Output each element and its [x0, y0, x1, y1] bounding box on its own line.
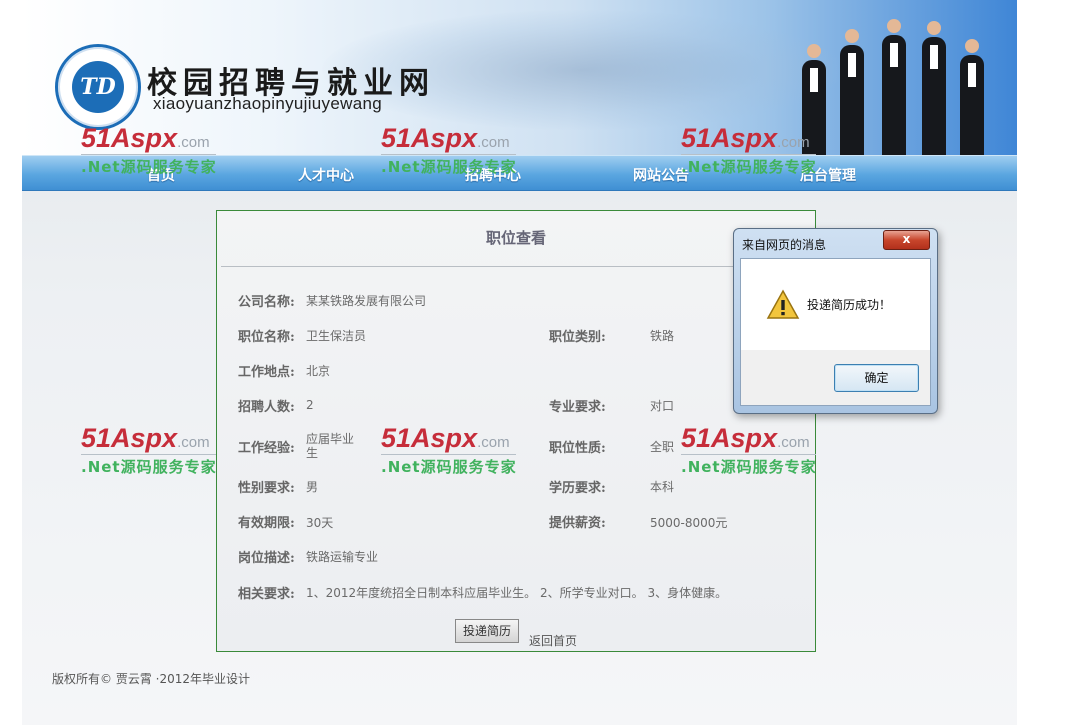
nav-item-admin[interactable]: 后台管理	[800, 165, 856, 185]
company-value: 某某铁路发展有限公司	[306, 294, 427, 308]
nav-item-recruitment-center[interactable]: 招聘中心	[465, 165, 521, 185]
nature-label: 职位性质:	[549, 441, 606, 456]
watermark-domain: .com	[177, 434, 210, 451]
nav-item-talent-center[interactable]: 人才中心	[298, 165, 354, 185]
header-banner: TD 校园招聘与就业网 xiaoyuanzhaopinyujiuyewang	[22, 0, 1017, 155]
position-label: 职位名称:	[238, 330, 295, 345]
footer-copyright: 版权所有© 贾云霄 ·2012年毕业设计	[52, 672, 250, 686]
headcount-label: 招聘人数:	[238, 400, 295, 415]
position-value: 卫生保洁员	[306, 329, 367, 343]
dialog-message: 投递简历成功！	[807, 298, 892, 312]
major-label: 专业要求:	[549, 400, 606, 415]
job-detail-panel: 职位查看 公司名称: 某某铁路发展有限公司 职位名称: 卫生保洁员 职位类别: …	[216, 210, 816, 652]
requirements-label: 相关要求:	[238, 587, 295, 602]
education-value: 本科	[650, 480, 675, 494]
category-value: 铁路	[650, 329, 675, 343]
company-label: 公司名称:	[238, 295, 295, 310]
location-label: 工作地点:	[238, 365, 295, 380]
divider	[221, 266, 811, 267]
requirements-value: 1、2012年度统招全日制本科应届毕业生。 2、所学专业对口。 3、身体健康。	[306, 586, 728, 600]
university-logo: TD	[55, 44, 141, 130]
close-icon[interactable]: x	[883, 230, 930, 250]
watermark-brand: 51Aspx	[81, 423, 178, 453]
gender-value: 男	[306, 480, 319, 494]
dialog-message-area: 投递简历成功！	[741, 259, 930, 350]
alert-dialog: 来自网页的消息 x 投递简历成功！ 确定	[733, 228, 938, 414]
jumping-people-image	[782, 0, 1017, 155]
description-value: 铁路运输专业	[306, 550, 379, 564]
headcount-value: 2	[306, 398, 314, 412]
education-label: 学历要求:	[549, 481, 606, 496]
salary-label: 提供薪资:	[549, 516, 606, 531]
main-navbar: 首页 人才中心 招聘中心 网站公告 后台管理	[22, 155, 1017, 191]
experience-value-line2: 生	[306, 446, 319, 460]
warning-icon	[766, 289, 800, 319]
watermark: 51Aspx.com .Net源码服务专家	[81, 423, 231, 483]
nature-value: 全职	[650, 440, 675, 454]
dialog-title: 来自网页的消息	[742, 238, 827, 252]
experience-label: 工作经验:	[238, 441, 295, 456]
watermark-tagline: .Net源码服务专家	[81, 458, 217, 476]
back-home-link[interactable]: 返回首页	[529, 632, 577, 649]
logo-monogram: TD	[72, 61, 124, 113]
nav-item-announcements[interactable]: 网站公告	[633, 165, 689, 185]
site-subtitle: xiaoyuanzhaopinyujiuyewang	[153, 94, 382, 113]
salary-value: 5000-8000元	[650, 516, 728, 530]
nav-item-home[interactable]: 首页	[147, 165, 175, 185]
validity-label: 有效期限:	[238, 516, 295, 531]
panel-title: 职位查看	[485, 229, 546, 247]
major-value: 对口	[650, 399, 675, 413]
dialog-body: 投递简历成功！ 确定	[740, 258, 931, 406]
location-value: 北京	[306, 364, 331, 378]
ok-button[interactable]: 确定	[834, 364, 919, 392]
gender-label: 性别要求:	[238, 481, 295, 496]
description-label: 岗位描述:	[238, 551, 295, 566]
submit-resume-button[interactable]: 投递简历	[455, 619, 519, 643]
category-label: 职位类别:	[549, 330, 606, 345]
validity-value: 30天	[306, 516, 334, 530]
